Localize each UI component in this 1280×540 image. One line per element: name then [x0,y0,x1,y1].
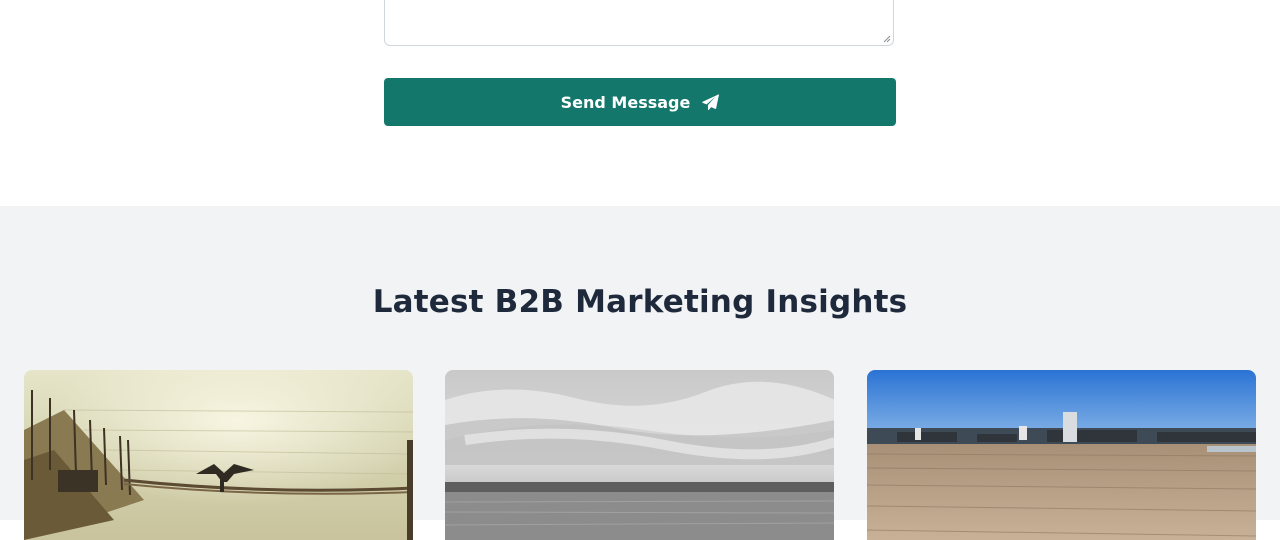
send-message-button[interactable]: Send Message [384,78,896,126]
paper-plane-icon [702,93,720,110]
insight-card-3[interactable] [867,370,1256,540]
insight-card-1[interactable] [24,370,413,540]
wooden-dock-photo[interactable] [867,370,1256,540]
insights-section: Latest B2B Marketing Insights [0,206,1280,540]
send-message-label: Send Message [560,92,691,112]
message-textarea[interactable] [384,0,894,46]
insight-card-2[interactable] [445,370,834,540]
contact-form-section: Send Message [0,0,1280,206]
pier-with-cormorant-photo[interactable] [24,370,413,540]
insights-heading: Latest B2B Marketing Insights [372,284,908,320]
black-and-white-seascape-photo[interactable] [445,370,834,540]
resize-grip-icon[interactable] [883,35,891,43]
